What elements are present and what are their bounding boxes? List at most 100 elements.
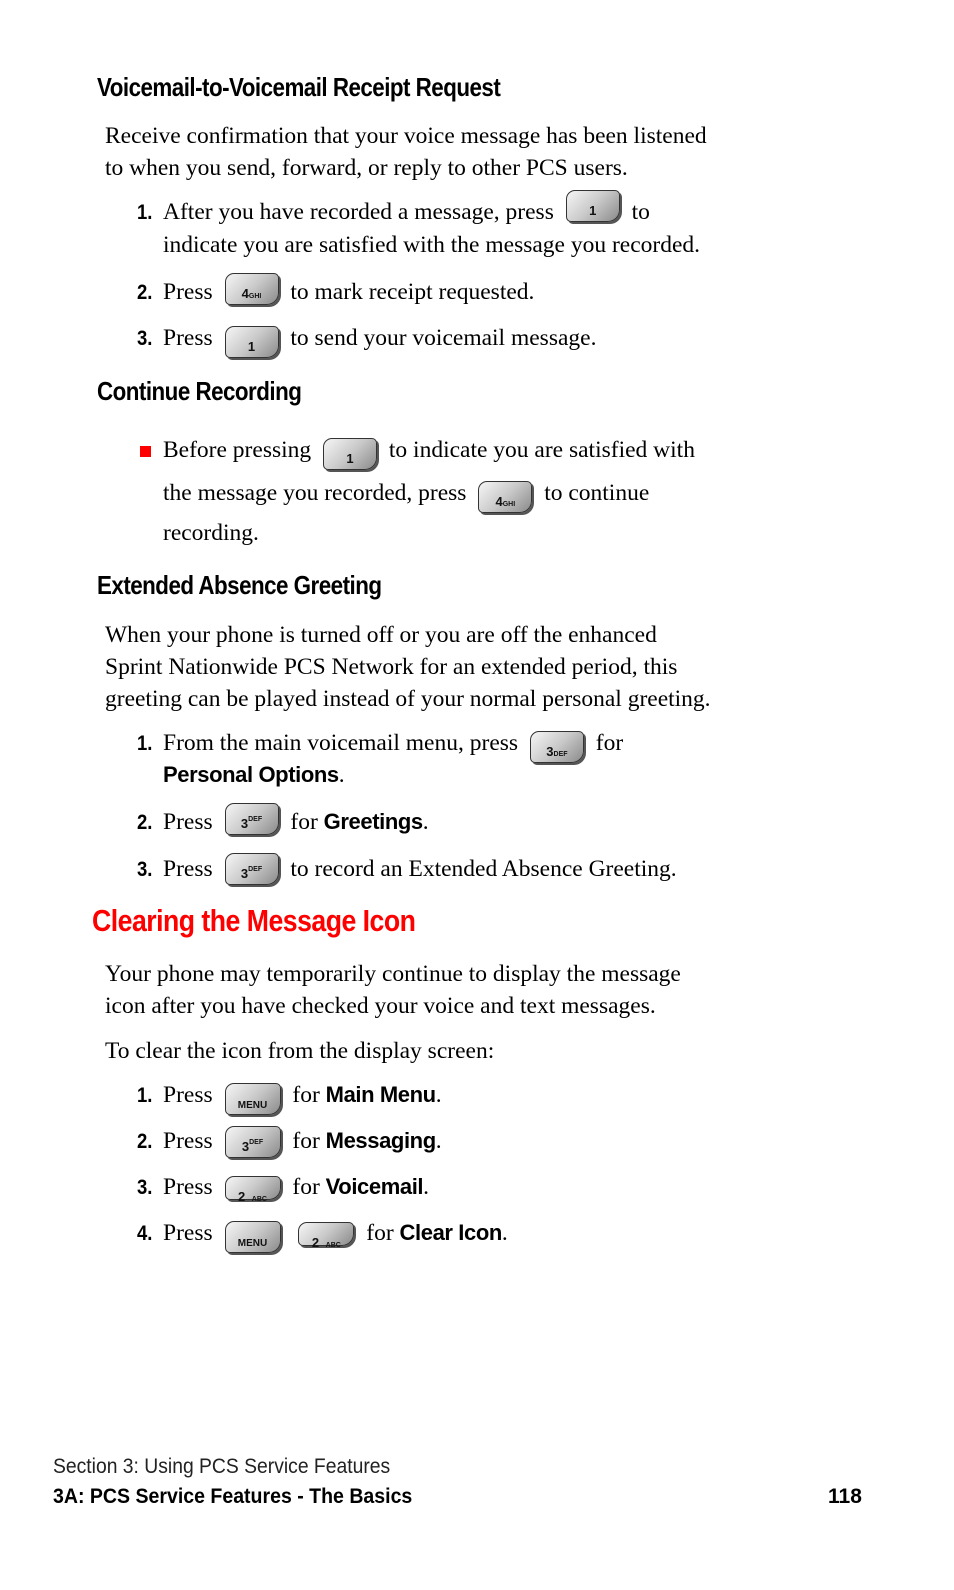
- step-text: to send your voicemail message.: [290, 325, 597, 351]
- punctuation: .: [435, 1128, 442, 1154]
- step-number: 1.: [137, 201, 153, 224]
- step-text: for: [292, 1174, 320, 1200]
- key-sub-label: DEF: [553, 750, 568, 758]
- heading-extended-absence: Extended Absence Greeting: [97, 570, 382, 600]
- step-item: 3. Press 1 to send your voicemail message…: [137, 322, 597, 358]
- menu-option-name: Voicemail: [325, 1174, 424, 1199]
- key-3def-icon: 3DEF: [224, 852, 279, 885]
- key-menu-icon: MENU: [224, 1082, 281, 1115]
- bullet-square-icon: [140, 446, 151, 457]
- heading-continue-recording: Continue Recording: [97, 376, 302, 406]
- heading-clearing-message-icon: Clearing the Message Icon: [92, 903, 416, 938]
- step-number: 2.: [137, 1130, 153, 1153]
- key-sub-label: DEF: [249, 1138, 264, 1146]
- bullet-item-line2: the message you recorded, press 4GHI to …: [163, 477, 650, 513]
- key-1-icon: 1: [565, 189, 620, 222]
- footer-chapter-title: 3A: PCS Service Features - The Basics: [53, 1485, 413, 1508]
- step-text: After you have recorded a message, press: [163, 199, 554, 225]
- heading-receipt-request: Voicemail-to-Voicemail Receipt Request: [97, 72, 501, 102]
- bullet-text: to continue: [544, 480, 650, 506]
- key-label: 4: [495, 493, 503, 509]
- step-text: Press: [163, 1082, 213, 1108]
- key-label: 3: [546, 743, 554, 759]
- step-number: 3.: [137, 1176, 153, 1199]
- key-label: MENU: [237, 1237, 268, 1249]
- key-sub-label: DEF: [248, 815, 263, 823]
- step-item: 3. Press 3DEF to record an Extended Absen…: [137, 852, 677, 887]
- key-2abc-icon: 2 ABC: [298, 1221, 355, 1250]
- key-4ghi-icon: 4GHI: [478, 480, 533, 513]
- punctuation: .: [435, 1082, 442, 1108]
- intro-line: Receive confirmation that your voice mes…: [105, 123, 707, 149]
- step-number: 1.: [137, 732, 153, 755]
- menu-option-name: Clear Icon: [399, 1220, 503, 1245]
- intro-line: When your phone is turned off or you are…: [105, 622, 657, 648]
- receipt-intro: Receive confirmation that your voice mes…: [105, 120, 825, 184]
- key-label: 1: [346, 450, 354, 466]
- key-1-icon: 1: [224, 325, 279, 358]
- step-text: for: [290, 809, 318, 835]
- step-item: 1. From the main voicemail menu, press 3D…: [137, 727, 624, 763]
- step-item: 2. Press 3DEF for Messaging.: [137, 1125, 442, 1159]
- step-text: for: [292, 1082, 320, 1108]
- step-text: Press: [163, 1220, 213, 1246]
- intro-line: Your phone may temporarily continue to d…: [105, 961, 681, 987]
- key-2abc-icon: 2 ABC: [224, 1175, 281, 1204]
- key-label: 1: [589, 202, 597, 218]
- bullet-text: Before pressing: [163, 437, 312, 463]
- menu-option-name: Main Menu: [325, 1082, 436, 1107]
- intro-line: Sprint Nationwide PCS Network for an ext…: [105, 654, 678, 680]
- intro-line: greeting can be played instead of your n…: [105, 686, 711, 712]
- step-number: 1.: [137, 1084, 153, 1107]
- step-item: 3. Press 2 ABC for Voicemail.: [137, 1171, 429, 1204]
- intro-line: icon after you have checked your voice a…: [105, 993, 656, 1019]
- step-text: Press: [163, 279, 213, 305]
- key-menu-icon: MENU: [224, 1220, 281, 1253]
- bullet-item: Before pressing 1 to indicate you are sa…: [163, 434, 695, 470]
- key-label: MENU: [237, 1099, 268, 1111]
- step-number: 2.: [137, 281, 153, 304]
- step-text: Press: [163, 856, 213, 882]
- punctuation: .: [423, 1174, 430, 1200]
- key-label: 1: [247, 338, 256, 354]
- step-text: for: [366, 1220, 394, 1246]
- bullet-text: the message you recorded, press: [163, 480, 467, 506]
- step-text: to record an Extended Absence Greeting.: [290, 856, 677, 882]
- step-continuation: indicate you are satisfied with the mess…: [163, 232, 701, 258]
- intro-line: to when you send, forward, or reply to o…: [105, 155, 628, 181]
- key-1-icon: 1: [323, 437, 378, 470]
- step-text: Press: [163, 1174, 213, 1200]
- bullet-item-line3: recording.: [163, 520, 259, 546]
- step-text: Press: [163, 325, 213, 351]
- clearing-lead: To clear the icon from the display scree…: [105, 1038, 495, 1064]
- step-number: 3.: [137, 327, 153, 350]
- punctuation: .: [422, 809, 429, 835]
- key-sub-label: ABC: [251, 1195, 267, 1203]
- punctuation: .: [501, 1220, 508, 1246]
- key-3def-icon: 3DEF: [224, 802, 279, 835]
- key-4ghi-icon: 4GHI: [224, 272, 279, 305]
- step-text: Press: [163, 1128, 213, 1154]
- step-item: 1. After you have recorded a message, pre…: [137, 189, 650, 230]
- punctuation: .: [338, 762, 345, 788]
- key-label: 2: [238, 1188, 246, 1204]
- step-text: Press: [163, 809, 213, 835]
- key-sub-label: ABC: [325, 1241, 341, 1249]
- step-item: 1. Press MENU for Main Menu.: [137, 1079, 442, 1115]
- page-number: 118: [828, 1485, 862, 1508]
- step-number: 4.: [137, 1222, 153, 1245]
- step-text: to: [631, 199, 650, 225]
- bullet-text: to indicate you are satisfied with: [388, 437, 695, 463]
- key-3def-icon: 3DEF: [529, 730, 584, 763]
- step-item: 2. Press 3DEF for Greetings.: [137, 802, 429, 840]
- menu-option-name: Greetings: [323, 809, 424, 834]
- key-sub-label: DEF: [248, 865, 263, 873]
- step-text: to mark receipt requested.: [290, 279, 535, 305]
- key-3def-icon: 3DEF: [224, 1125, 281, 1158]
- step-text: for: [595, 730, 624, 756]
- step-item: 4. Press MENU 2 ABC for Clear Icon.: [137, 1217, 508, 1253]
- absence-intro: When your phone is turned off or you are…: [105, 619, 825, 715]
- step-text: From the main voicemail menu, press: [163, 730, 519, 756]
- clearing-intro: Your phone may temporarily continue to d…: [105, 958, 825, 1022]
- key-label: 2: [311, 1234, 320, 1250]
